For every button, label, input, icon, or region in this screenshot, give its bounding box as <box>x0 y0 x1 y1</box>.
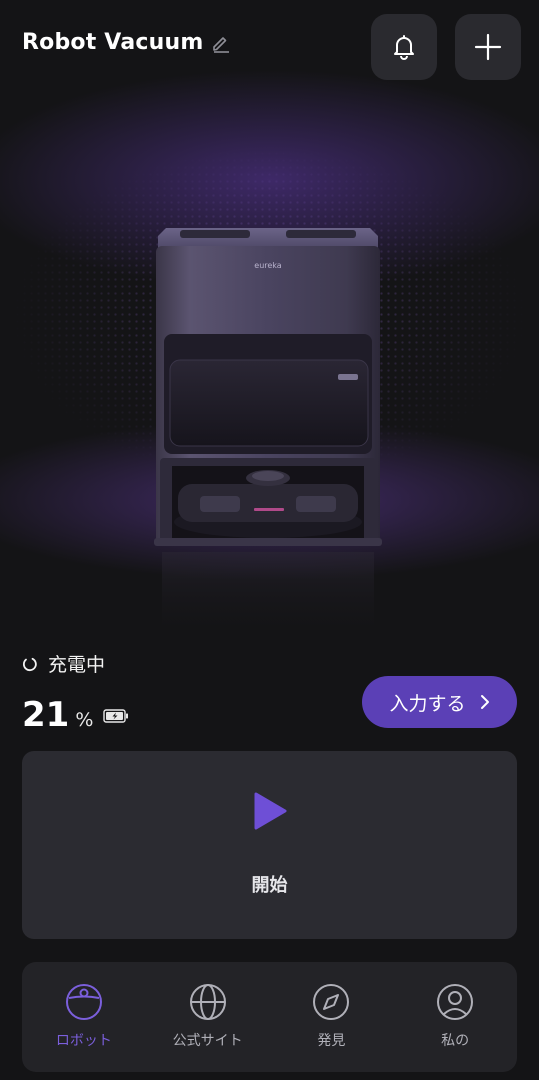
start-label: 開始 <box>251 875 288 896</box>
tab-robot[interactable]: ロボット <box>22 962 146 1072</box>
device-title: Robot Vacuum <box>22 30 204 55</box>
device-title-group[interactable]: Robot Vacuum <box>22 30 231 55</box>
tab-label: 公式サイト <box>172 1033 243 1049</box>
tab-discover[interactable]: 発見 <box>270 962 394 1072</box>
enter-button[interactable]: 入力する <box>362 676 517 728</box>
robot-station-image: eureka <box>150 222 386 642</box>
notifications-button[interactable] <box>371 14 437 80</box>
status-text: 充電中 <box>48 654 106 676</box>
charging-spinner-icon <box>22 657 37 671</box>
add-device-button[interactable] <box>455 14 521 80</box>
header: Robot Vacuum <box>0 0 539 95</box>
tab-label: ロボット <box>55 1033 112 1049</box>
start-cleaning-card[interactable]: 開始 <box>22 751 517 939</box>
battery-charging-icon <box>103 708 129 727</box>
battery-level: 21 % <box>22 695 129 735</box>
chevron-right-icon <box>480 694 490 710</box>
tab-me[interactable]: 私の <box>393 962 517 1072</box>
tab-label: 発見 <box>317 1033 346 1049</box>
brand-logo: eureka <box>254 261 282 270</box>
user-icon <box>437 984 474 1020</box>
compass-icon <box>313 984 350 1020</box>
bottom-tab-bar: ロボット 公式サイト 発見 私の <box>22 962 517 1072</box>
globe-icon <box>189 984 226 1020</box>
plus-icon <box>474 33 502 61</box>
enter-button-label: 入力する <box>389 692 466 715</box>
pencil-icon[interactable] <box>211 33 231 53</box>
battery-unit: % <box>75 709 94 731</box>
play-icon <box>254 792 287 830</box>
tab-official-site[interactable]: 公式サイト <box>146 962 270 1072</box>
charging-status: 充電中 <box>22 650 105 677</box>
bell-icon <box>394 35 414 60</box>
robot-icon <box>65 984 102 1020</box>
battery-percentage: 21 <box>22 695 70 735</box>
tab-label: 私の <box>441 1033 470 1049</box>
